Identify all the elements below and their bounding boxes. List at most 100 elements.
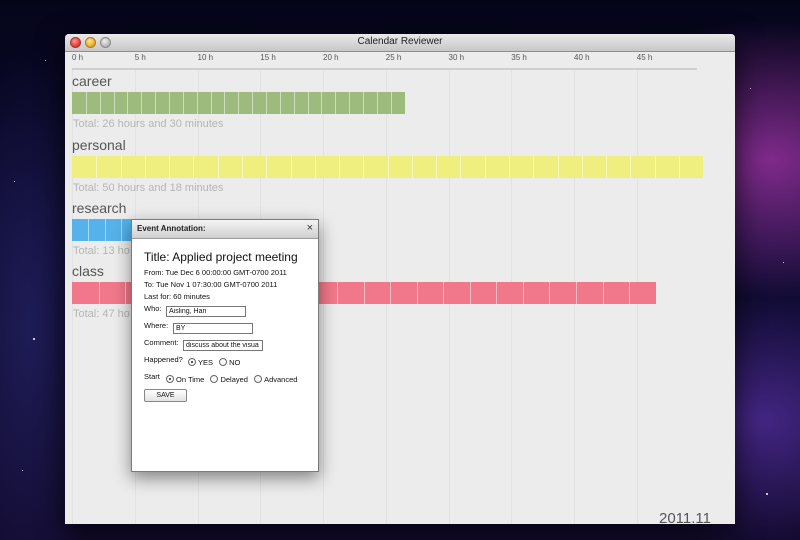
event-segment-divider [376,92,378,114]
happened-label: Happened? [144,355,183,364]
event-segment-divider [104,219,106,241]
save-button[interactable]: SAVE [144,389,187,402]
event-segment-divider [99,92,101,114]
event-segment-divider [314,156,316,178]
radio-no[interactable] [219,358,228,366]
event-segment-divider [238,92,240,114]
happened-options: YES NO [188,358,244,367]
event-segment-divider [141,92,143,114]
event-segment-divider [293,92,295,114]
where-label: Where: [144,321,169,330]
happened-no-option[interactable]: NO [219,358,240,367]
comment-input[interactable] [183,340,263,351]
happened-yes-option[interactable]: YES [188,358,213,367]
event-segment-divider [169,92,170,114]
event-segment-divider [363,92,364,114]
event-annotation-dialog: Event Annotation: × Title: Applied proje… [131,219,319,472]
event-segment-divider [443,282,445,304]
event-segment-divider [411,156,413,178]
star-decoration [45,60,46,61]
star-decoration [22,470,23,471]
title-bar[interactable]: Calendar Reviewer [65,34,735,52]
close-icon[interactable]: × [307,222,313,234]
event-duration: Last for: 60 minutes [144,292,210,301]
event-segment-divider [290,156,292,178]
start-on-time-option[interactable]: On Time [166,375,204,384]
event-segment-divider [279,92,281,114]
start-delayed-option[interactable]: Delayed [210,375,248,384]
dialog-header[interactable]: Event Annotation: × [132,220,318,239]
start-advanced-option[interactable]: Advanced [254,375,297,384]
happened-row: Happened? YES NO [144,355,314,371]
start-label: Start [144,372,160,381]
event-segment-divider [210,92,212,114]
where-input[interactable] [173,323,253,334]
axis-tick-label: 25 h [385,53,402,62]
event-segment-divider [630,156,632,178]
event-segment-divider [460,156,462,178]
event-segment-divider [509,156,511,178]
event-segment-divider [549,282,551,304]
event-segment-divider [469,282,471,304]
who-row: Who: [144,304,314,320]
radio-advanced[interactable] [254,375,263,383]
event-segment-divider [390,282,392,304]
axis-tick-label: 15 h [260,53,276,62]
where-row: Where: [144,321,314,337]
event-segment-divider [88,219,90,241]
event-segment-divider [127,92,129,114]
event-segment-divider [98,282,100,304]
axis-tick-label: 10 h [197,53,214,62]
event-segment-divider [196,92,198,114]
radio-yes[interactable] [188,358,196,366]
who-input[interactable] [166,306,246,317]
event-segment-divider [252,92,254,114]
category-label-career: career [72,73,112,89]
event-segment-divider [436,156,438,178]
event-segment-divider [339,156,341,178]
event-segment-divider [266,92,267,114]
event-segment-divider [182,92,184,114]
month-label: 2011.11 [659,510,711,524]
event-segment-divider [678,156,680,178]
event-segment-divider [581,156,583,178]
event-segment-divider [575,282,577,304]
start-row: Start On Time Delayed Advanced [144,372,314,388]
event-segment-divider [416,282,418,304]
axis-tick-label: 5 h [134,53,146,62]
axis-line [72,68,697,70]
star-decoration [33,338,35,340]
event-segment-divider [337,282,339,304]
event-segment-divider [125,282,127,304]
comment-label: Comment: [144,338,179,347]
category-label-class: class [72,263,104,279]
axis-tick-label: 35 h [511,53,527,62]
event-segment-divider [241,156,243,178]
event-from: From: Tue Dec 6 00:00:00 GMT-0700 2011 [144,268,287,277]
category-bar-career[interactable] [72,92,405,114]
event-segment-divider [349,92,351,114]
radio-delayed[interactable] [210,375,219,383]
radio-on-time[interactable] [166,375,174,383]
event-segment-divider [387,156,389,178]
event-segment-divider [321,92,323,114]
star-decoration [783,262,784,263]
star-decoration [750,88,751,89]
category-bar-personal[interactable] [72,156,704,178]
event-segment-divider [390,92,392,114]
star-decoration [14,181,15,182]
event-segment-divider [629,282,631,304]
event-segment-divider [120,219,122,241]
event-segment-divider [363,156,365,178]
event-segment-divider [496,282,498,304]
dialog-title: Event Annotation: [137,224,206,233]
start-options: On Time Delayed Advanced [166,375,301,384]
event-segment-divider [522,282,524,304]
category-total-career: Total: 26 hours and 30 minutes [73,118,224,130]
axis-tick-label: 0 h [72,53,84,62]
event-segment-divider [363,282,365,304]
category-total-class: Total: 47 ho [73,308,130,320]
event-segment-divider [266,156,268,178]
event-segment-divider [606,156,608,178]
event-segment-divider [85,92,87,114]
